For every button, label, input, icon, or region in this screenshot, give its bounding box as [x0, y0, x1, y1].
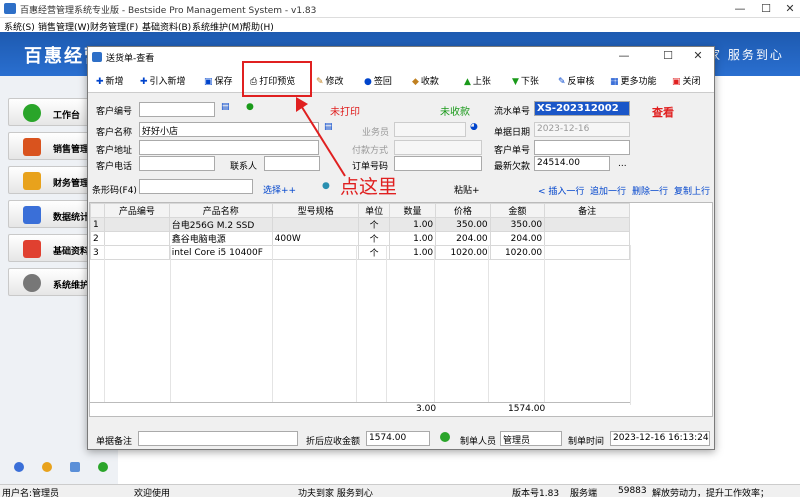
- annotation-arrow: [296, 97, 346, 177]
- click-here-annotation: 点这里: [340, 176, 398, 198]
- arrow-head: [296, 97, 308, 112]
- arrow-line: [299, 103, 346, 177]
